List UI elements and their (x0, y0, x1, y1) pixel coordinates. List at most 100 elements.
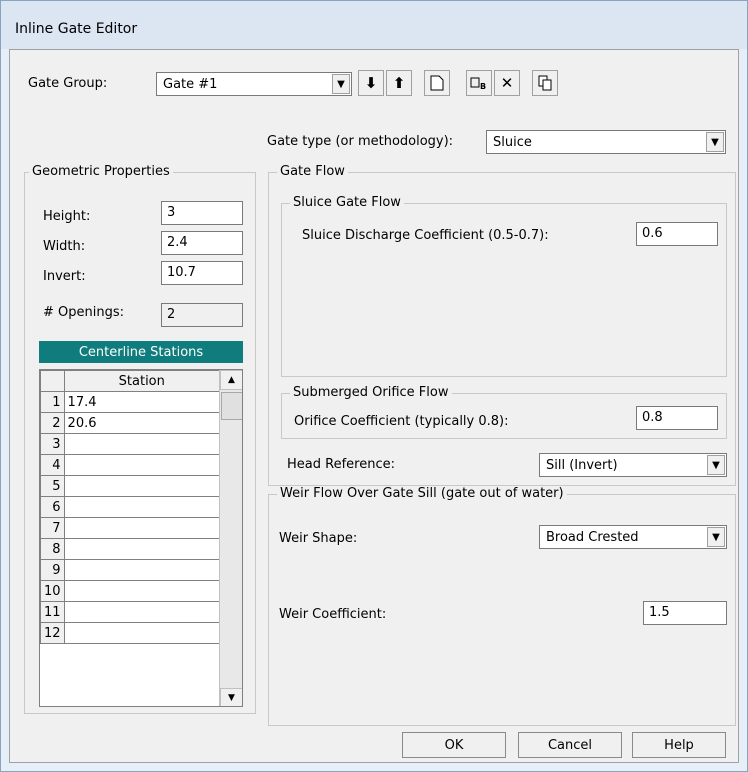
chevron-down-icon[interactable]: ▼ (707, 455, 725, 475)
table-row: 3 (40, 433, 221, 455)
submerged-orifice-title: Submerged Orifice Flow (290, 385, 452, 400)
delete-gate-button[interactable]: ✕ (494, 70, 520, 96)
orifice-coef-label: Orifice Coefficient (typically 0.8): (294, 414, 509, 429)
gate-type-select[interactable]: Sluice ▼ (486, 130, 726, 154)
gate-group-label: Gate Group: (28, 76, 108, 91)
copy-gate-button[interactable] (532, 70, 558, 96)
station-cell[interactable] (63, 496, 221, 518)
geometric-properties-title: Geometric Properties (29, 164, 173, 179)
openings-field: 2 (161, 303, 243, 327)
openings-label: # Openings: (43, 305, 125, 320)
invert-label: Invert: (43, 269, 86, 284)
table-header-row: Station (40, 370, 221, 392)
table-row: 4 (40, 454, 221, 476)
row-number: 11 (40, 601, 65, 623)
svg-text:B: B (480, 82, 486, 91)
height-label: Height: (43, 209, 91, 224)
gate-flow-group: Gate Flow Sluice Gate Flow Sluice Discha… (268, 164, 736, 486)
row-number: 1 (40, 391, 65, 413)
help-button[interactable]: Help (632, 732, 726, 758)
arrow-down-icon: ⬇ (364, 74, 378, 92)
weir-shape-select[interactable]: Broad Crested ▼ (539, 525, 727, 549)
gate-type-label: Gate type (or methodology): (267, 134, 454, 149)
station-cell[interactable] (63, 622, 221, 644)
row-number: 2 (40, 412, 65, 434)
station-cell[interactable]: 20.6 (63, 412, 221, 434)
station-cell[interactable] (63, 433, 221, 455)
chevron-down-icon[interactable]: ▼ (332, 74, 350, 94)
weir-shape-label: Weir Shape: (279, 531, 358, 546)
inline-gate-editor-window: Inline Gate Editor Gate Group: Gate #1 ▼… (0, 0, 748, 772)
ok-button[interactable]: OK (402, 732, 506, 758)
row-number: 12 (40, 622, 65, 644)
width-field[interactable]: 2.4 (161, 231, 243, 255)
sluice-gate-flow-group: Sluice Gate Flow Sluice Discharge Coeffi… (281, 195, 727, 377)
weir-flow-title: Weir Flow Over Gate Sill (gate out of wa… (277, 486, 567, 501)
weir-flow-group: Weir Flow Over Gate Sill (gate out of wa… (268, 486, 736, 726)
scroll-thumb[interactable] (221, 392, 242, 420)
new-gate-button[interactable] (424, 70, 450, 96)
window-title: Inline Gate Editor (15, 21, 138, 37)
stations-scrollbar[interactable]: ▲ ▼ (219, 370, 242, 706)
gate-flow-title: Gate Flow (277, 164, 348, 179)
gate-group-select[interactable]: Gate #1 ▼ (156, 72, 352, 96)
table-row: 12 (40, 622, 221, 644)
station-cell[interactable] (63, 475, 221, 497)
row-number-header (40, 370, 65, 392)
table-row: 8 (40, 538, 221, 560)
centerline-stations-grid: Station 1 17.4 2 20.6 3 4 5 6 7 8 9 10 11 12 ▲ ▼ (39, 369, 243, 707)
rename-gate-button[interactable]: B (466, 70, 492, 96)
station-cell[interactable] (63, 454, 221, 476)
arrow-up-icon: ⬆ (392, 74, 406, 92)
row-number: 9 (40, 559, 65, 581)
geometric-properties-group: Geometric Properties Height: 3 Width: 2.… (24, 164, 256, 714)
station-cell[interactable] (63, 538, 221, 560)
copy-icon (538, 75, 552, 91)
head-reference-value: Sill (Invert) (546, 458, 618, 473)
station-column-header: Station (63, 370, 221, 392)
weir-coef-label: Weir Coefficient: (279, 607, 387, 622)
sluice-gate-flow-title: Sluice Gate Flow (290, 195, 404, 210)
row-number: 4 (40, 454, 65, 476)
table-row: 10 (40, 580, 221, 602)
head-reference-select[interactable]: Sill (Invert) ▼ (539, 453, 727, 477)
move-down-button[interactable]: ⬇ (358, 70, 384, 96)
station-cell[interactable] (63, 601, 221, 623)
gate-type-value: Sluice (493, 135, 532, 150)
station-cell[interactable] (63, 517, 221, 539)
head-reference-label: Head Reference: (287, 457, 395, 472)
table-row: 7 (40, 517, 221, 539)
centerline-stations-header: Centerline Stations (39, 341, 243, 363)
sluice-coef-field[interactable]: 0.6 (636, 222, 718, 246)
table-row: 2 20.6 (40, 412, 221, 434)
row-number: 10 (40, 580, 65, 602)
row-number: 8 (40, 538, 65, 560)
table-row: 5 (40, 475, 221, 497)
weir-coef-field[interactable]: 1.5 (643, 601, 727, 625)
station-cell[interactable] (63, 580, 221, 602)
stations-table: Station 1 17.4 2 20.6 3 4 5 6 7 8 9 10 11 12 (40, 370, 221, 644)
height-field[interactable]: 3 (161, 201, 243, 225)
row-number: 5 (40, 475, 65, 497)
station-cell[interactable]: 17.4 (63, 391, 221, 413)
chevron-down-icon[interactable]: ▼ (706, 132, 724, 152)
title-bar[interactable]: Inline Gate Editor (1, 1, 747, 49)
stations-body: 1 17.4 2 20.6 3 4 5 6 7 8 9 10 11 12 (40, 391, 221, 644)
move-up-button[interactable]: ⬆ (386, 70, 412, 96)
invert-field[interactable]: 10.7 (161, 261, 243, 285)
submerged-orifice-group: Submerged Orifice Flow Orifice Coefficie… (281, 385, 727, 439)
cancel-button[interactable]: Cancel (518, 732, 622, 758)
dialog-client-area: Gate Group: Gate #1 ▼ ⬇ ⬆ B ✕ Gate type … (9, 49, 739, 763)
scroll-down-icon[interactable]: ▼ (220, 688, 242, 706)
gate-group-value: Gate #1 (163, 77, 218, 92)
row-number: 6 (40, 496, 65, 518)
station-cell[interactable] (63, 559, 221, 581)
sluice-coef-label: Sluice Discharge Coefficient (0.5-0.7): (302, 228, 549, 243)
orifice-coef-field[interactable]: 0.8 (636, 406, 718, 430)
chevron-down-icon[interactable]: ▼ (707, 527, 725, 547)
row-number: 7 (40, 517, 65, 539)
table-row: 11 (40, 601, 221, 623)
scroll-up-icon[interactable]: ▲ (220, 370, 242, 390)
table-row: 1 17.4 (40, 391, 221, 413)
table-row: 6 (40, 496, 221, 518)
